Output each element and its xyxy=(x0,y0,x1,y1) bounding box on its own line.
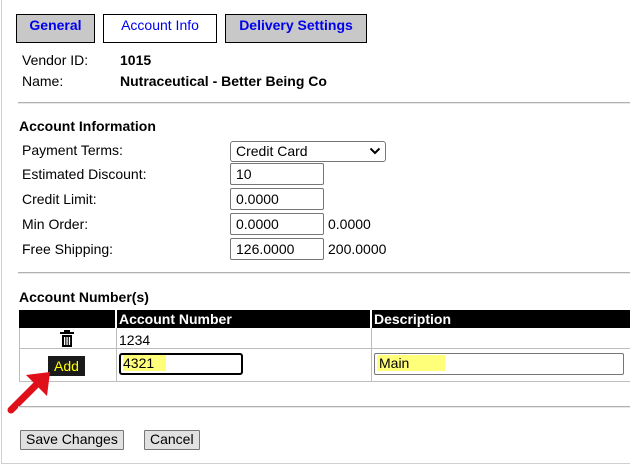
vendor-name-value: Nutraceutical - Better Being Co xyxy=(120,73,327,89)
free-shipping-input[interactable]: 126.0000 xyxy=(230,238,324,260)
min-order-label: Min Order: xyxy=(22,216,89,232)
vendor-name-label: Name: xyxy=(22,73,64,89)
estimated-discount-label: Estimated Discount: xyxy=(22,166,147,182)
tab-delivery-settings[interactable]: Delivery Settings xyxy=(225,14,367,43)
trash-icon[interactable] xyxy=(59,330,75,350)
description-input-value: Main xyxy=(377,355,446,371)
column-header-description: Description xyxy=(372,310,630,328)
chevron-down-icon xyxy=(369,144,381,163)
payment-terms-label: Payment Terms: xyxy=(22,142,123,158)
tab-general[interactable]: General xyxy=(16,14,95,43)
cancel-button[interactable]: Cancel xyxy=(144,430,200,450)
free-shipping-label: Free Shipping: xyxy=(22,241,114,257)
table-border xyxy=(19,381,630,382)
table-border xyxy=(19,348,630,349)
account-numbers-heading: Account Number(s) xyxy=(19,289,149,305)
tab-account-info[interactable]: Account Info xyxy=(103,14,217,43)
divider xyxy=(18,272,630,274)
divider xyxy=(18,406,630,408)
min-order-input[interactable]: 0.0000 xyxy=(230,213,324,235)
free-shipping-secondary: 200.0000 xyxy=(328,241,387,257)
vendor-id-label: Vendor ID: xyxy=(22,52,89,68)
divider xyxy=(18,102,630,104)
vendor-id-value: 1015 xyxy=(120,52,152,68)
credit-limit-input[interactable]: 0.0000 xyxy=(230,188,324,210)
tab-delivery-settings-label: Delivery Settings xyxy=(239,17,353,33)
column-header-actions xyxy=(19,310,115,328)
tab-account-info-label: Account Info xyxy=(121,17,199,33)
table-border xyxy=(116,328,117,382)
account-info-heading: Account Information xyxy=(19,118,156,134)
payment-terms-selected: Credit Card xyxy=(236,143,308,159)
credit-limit-label: Credit Limit: xyxy=(22,191,97,207)
red-arrow-pointer-icon xyxy=(4,366,56,419)
new-account-number-input[interactable]: 4321 xyxy=(119,353,243,375)
new-description-input[interactable]: Main xyxy=(374,353,624,375)
save-changes-button[interactable]: Save Changes xyxy=(20,430,124,450)
estimated-discount-input[interactable]: 10 xyxy=(230,163,324,185)
tab-general-label: General xyxy=(29,17,82,33)
min-order-secondary: 0.0000 xyxy=(328,216,371,232)
table-border xyxy=(371,328,372,382)
account-number-cell: 1234 xyxy=(119,332,151,348)
account-number-input-value: 4321 xyxy=(123,355,167,371)
payment-terms-select[interactable]: Credit Card xyxy=(230,141,386,162)
column-header-account-number: Account Number xyxy=(117,310,370,328)
